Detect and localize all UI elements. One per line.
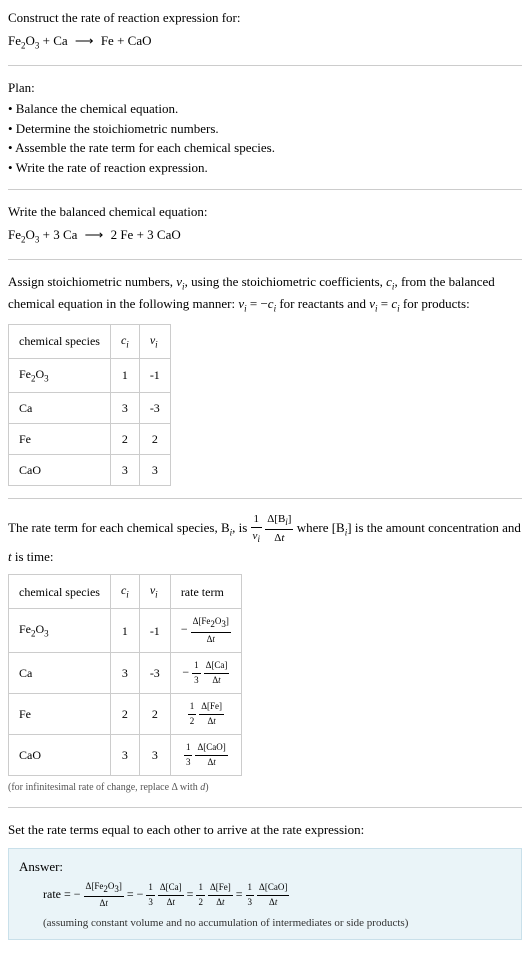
initial-equation: Fe2O3 + Ca ⟶ Fe + CaO	[8, 31, 522, 53]
stoich-intro: Assign stoichiometric numbers, νi, using…	[8, 272, 522, 316]
cell-v: -3	[139, 653, 170, 694]
cell-rate: 1 2 Δ[Fe] Δt	[170, 694, 241, 735]
cell-c: 3	[110, 735, 139, 776]
table-header-row: chemical species ci νi	[9, 324, 171, 358]
cell-v: -1	[139, 358, 170, 392]
cell-c: 3	[110, 392, 139, 423]
plan-item: • Determine the stoichiometric numbers.	[8, 119, 522, 139]
col-species: chemical species	[9, 324, 111, 358]
table-row: CaO 3 3 1 3 Δ[CaO] Δt	[9, 735, 242, 776]
final-section: Set the rate terms equal to each other t…	[8, 820, 522, 940]
col-v: νi	[139, 575, 170, 609]
header-section: Construct the rate of reaction expressio…	[8, 8, 522, 66]
rateterm-note: (for infinitesimal rate of change, repla…	[8, 780, 522, 795]
cell-species: Fe	[9, 423, 111, 454]
cell-species: Fe2O3	[9, 609, 111, 653]
cell-rate: − 1 3 Δ[Ca] Δt	[170, 653, 241, 694]
rateterm-frac2: Δ[Bi] Δt	[265, 511, 293, 547]
table-row: Fe 2 2 1 2 Δ[Fe] Δt	[9, 694, 242, 735]
rateterm-intro: The rate term for each chemical species,…	[8, 511, 522, 567]
cell-c: 1	[110, 358, 139, 392]
col-species: chemical species	[9, 575, 111, 609]
col-c: ci	[110, 575, 139, 609]
cell-species: Ca	[9, 653, 111, 694]
col-rate: rate term	[170, 575, 241, 609]
plan-item: • Assemble the rate term for each chemic…	[8, 138, 522, 158]
page-title: Construct the rate of reaction expressio…	[8, 8, 522, 28]
cell-rate: 1 3 Δ[CaO] Δt	[170, 735, 241, 776]
table-row: Ca 3 -3	[9, 392, 171, 423]
rateterm-table: chemical species ci νi rate term Fe2O3 1…	[8, 574, 242, 776]
cell-v: -1	[139, 609, 170, 653]
table-row: Fe 2 2	[9, 423, 171, 454]
balanced-equation: Fe2O3 + 3 Ca ⟶ 2 Fe + 3 CaO	[8, 225, 522, 247]
answer-label: Answer:	[19, 857, 511, 877]
cell-v: 2	[139, 423, 170, 454]
plan-list: • Balance the chemical equation. • Deter…	[8, 99, 522, 177]
plan-item: • Balance the chemical equation.	[8, 99, 522, 119]
stoich-section: Assign stoichiometric numbers, νi, using…	[8, 272, 522, 499]
cell-c: 3	[110, 653, 139, 694]
col-v: νi	[139, 324, 170, 358]
cell-c: 2	[110, 694, 139, 735]
col-c: ci	[110, 324, 139, 358]
table-row: CaO 3 3	[9, 454, 171, 485]
plan-title: Plan:	[8, 78, 522, 98]
cell-v: 2	[139, 694, 170, 735]
table-row: Fe2O3 1 -1	[9, 358, 171, 392]
cell-species: Fe2O3	[9, 358, 111, 392]
cell-c: 3	[110, 454, 139, 485]
cell-c: 2	[110, 423, 139, 454]
plan-section: Plan: • Balance the chemical equation. •…	[8, 78, 522, 191]
rateterm-intro-pre: The rate term for each chemical species,…	[8, 520, 251, 535]
cell-rate: − Δ[Fe2O3] Δt	[170, 609, 241, 653]
rateterm-section: The rate term for each chemical species,…	[8, 511, 522, 808]
answer-note: (assuming constant volume and no accumul…	[43, 915, 511, 932]
final-title: Set the rate terms equal to each other t…	[8, 820, 522, 840]
balanced-section: Write the balanced chemical equation: Fe…	[8, 202, 522, 260]
cell-species: Ca	[9, 392, 111, 423]
cell-species: CaO	[9, 454, 111, 485]
stoich-table: chemical species ci νi Fe2O3 1 -1 Ca 3 -…	[8, 324, 171, 486]
cell-v: 3	[139, 735, 170, 776]
cell-v: 3	[139, 454, 170, 485]
balanced-title: Write the balanced chemical equation:	[8, 202, 522, 222]
table-header-row: chemical species ci νi rate term	[9, 575, 242, 609]
plan-item: • Write the rate of reaction expression.	[8, 158, 522, 178]
answer-box: Answer: rate = − Δ[Fe2O3] Δt = − 1 3 Δ[C…	[8, 848, 522, 941]
cell-c: 1	[110, 609, 139, 653]
table-row: Ca 3 -3 − 1 3 Δ[Ca] Δt	[9, 653, 242, 694]
table-row: Fe2O3 1 -1 − Δ[Fe2O3] Δt	[9, 609, 242, 653]
cell-species: Fe	[9, 694, 111, 735]
rateterm-frac1: 1 νi	[251, 511, 262, 547]
cell-v: -3	[139, 392, 170, 423]
cell-species: CaO	[9, 735, 111, 776]
answer-equation: rate = − Δ[Fe2O3] Δt = − 1 3 Δ[Ca] Δt = …	[43, 880, 511, 911]
